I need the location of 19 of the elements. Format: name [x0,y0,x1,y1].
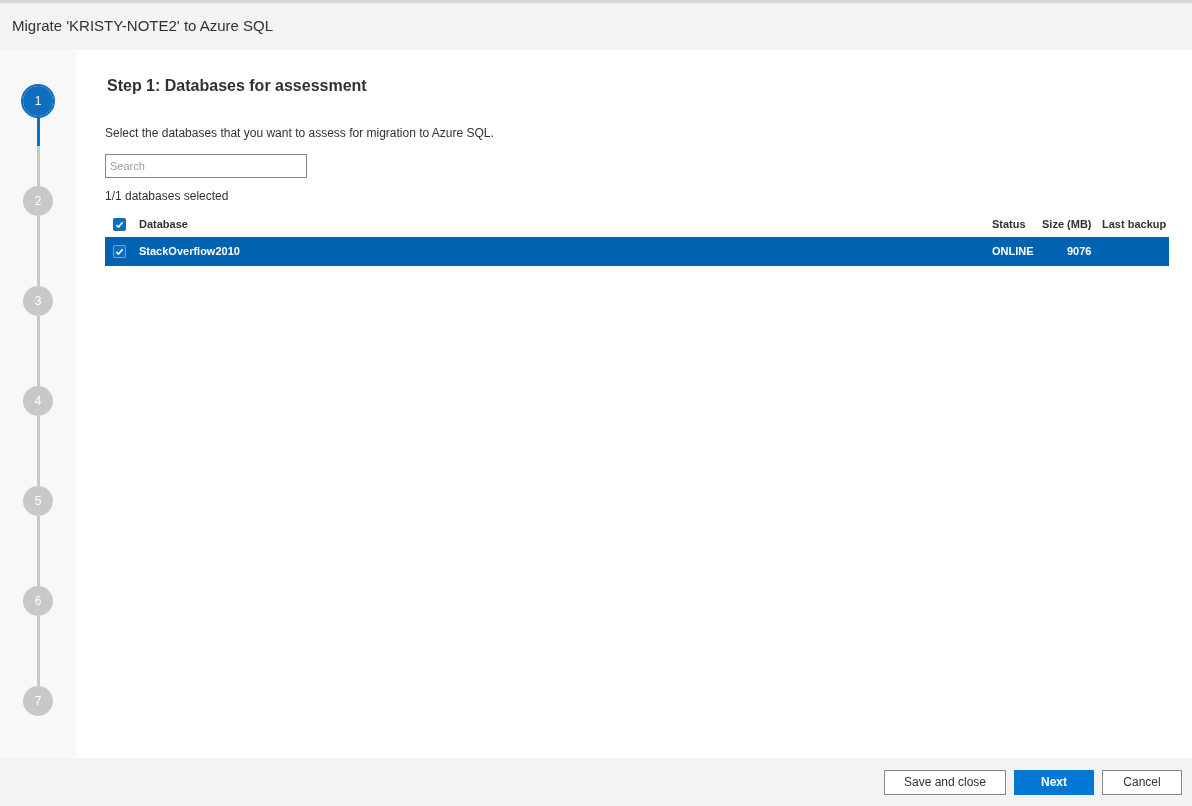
table-cell: ONLINE [992,245,1034,258]
column-header[interactable]: Database [139,217,188,230]
footer-button[interactable]: Cancel [1102,769,1182,795]
table-cell: StackOverflow2010 [139,245,240,258]
footer-button[interactable]: Save and close [884,769,1006,795]
search-field[interactable]: Search [105,154,307,178]
step-heading: Step 1: Databases for assessment [107,76,368,96]
checkbox[interactable] [113,217,126,231]
table-row[interactable]: StackOverflow2010 ONLINE 9076 [105,237,1169,266]
description: Select the databases that you want to assess for migration to Azure SQL. [105,125,495,142]
selection-count: 1/1 databases selected [105,188,230,205]
table-cell: 9076 [1067,245,1092,258]
footer-button[interactable]: Next [1014,769,1094,795]
step-indicator: 1 [23,86,53,116]
window-title: Migrate 'KRISTY-NOTE2' to Azure SQL [12,16,274,37]
column-header[interactable]: Last backup [1102,217,1167,230]
column-header[interactable]: Status [992,217,1026,230]
column-header[interactable]: Size (MB) [1042,217,1092,230]
checkbox[interactable] [113,245,126,258]
